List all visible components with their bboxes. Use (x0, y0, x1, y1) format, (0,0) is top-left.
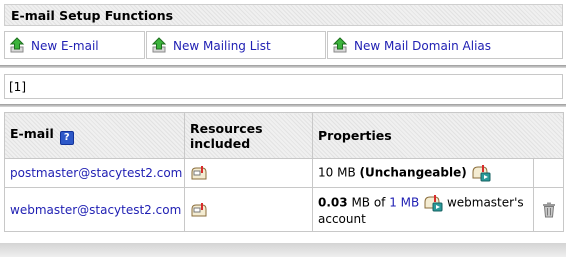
mailbox-icon[interactable] (190, 202, 208, 218)
help-icon[interactable]: ? (59, 131, 74, 145)
table-row: webmaster@stacytest2.com 0.03 MB of 1 MB… (4, 187, 564, 232)
bottom-divider (0, 243, 566, 257)
resources-column-header: Resources included (184, 112, 313, 159)
new-email-link[interactable]: New E-mail (31, 39, 99, 53)
table-header-row: E-mail? Resources included Properties (4, 112, 564, 159)
table-row: postmaster@stacytest2.com 10 MB (Unchang… (4, 158, 564, 188)
email-cell: postmaster@stacytest2.com (4, 158, 185, 188)
new-arrow-icon (332, 37, 348, 53)
section-divider (0, 65, 566, 68)
trash-icon[interactable] (542, 202, 556, 218)
properties-cell: 0.03 MB of 1 MB webmaster's account (312, 187, 534, 232)
new-mailing-list-button[interactable]: New Mailing List (146, 31, 326, 59)
email-setup-functions-header: E-mail Setup Functions (4, 4, 563, 26)
new-arrow-icon (9, 37, 25, 53)
functions-title: E-mail Setup Functions (11, 8, 174, 23)
email-address-link[interactable]: webmaster@stacytest2.com (10, 203, 181, 217)
properties-column-header: Properties (312, 112, 564, 159)
page-link[interactable]: [1] (9, 80, 26, 94)
email-cell: webmaster@stacytest2.com (4, 187, 185, 232)
new-mail-domain-alias-link[interactable]: New Mail Domain Alias (354, 39, 491, 53)
mailbox-size: 10 MB (318, 165, 356, 180)
mailbox-icon[interactable] (190, 165, 208, 181)
section-divider (0, 104, 566, 107)
resources-cell (184, 187, 313, 232)
used-unit: MB of (351, 195, 386, 209)
used-space: 0.03 (318, 195, 348, 209)
resources-cell (184, 158, 313, 188)
mailbox-settings-icon[interactable] (471, 164, 491, 182)
email-accounts-table: E-mail? Resources included Properties po… (4, 112, 564, 232)
properties-cell: 10 MB (Unchangeable) (312, 158, 534, 188)
new-email-button[interactable]: New E-mail (4, 31, 145, 59)
actions-cell (533, 187, 564, 232)
new-mailing-list-link[interactable]: New Mailing List (173, 39, 271, 53)
functions-row: New E-mail New Mailing List New Mail Dom… (0, 31, 566, 59)
email-column-header: E-mail? (4, 112, 185, 159)
unchangeable-label: (Unchangeable) (359, 165, 467, 180)
email-address-link[interactable]: postmaster@stacytest2.com (10, 166, 182, 180)
mailbox-settings-icon[interactable] (423, 194, 443, 212)
actions-cell (533, 158, 564, 188)
quota-link[interactable]: 1 MB (389, 195, 419, 209)
new-mail-domain-alias-button[interactable]: New Mail Domain Alias (327, 31, 563, 59)
new-arrow-icon (151, 37, 167, 53)
pagination: [1] (4, 74, 563, 99)
owner-account: webmaster's account (318, 195, 524, 226)
